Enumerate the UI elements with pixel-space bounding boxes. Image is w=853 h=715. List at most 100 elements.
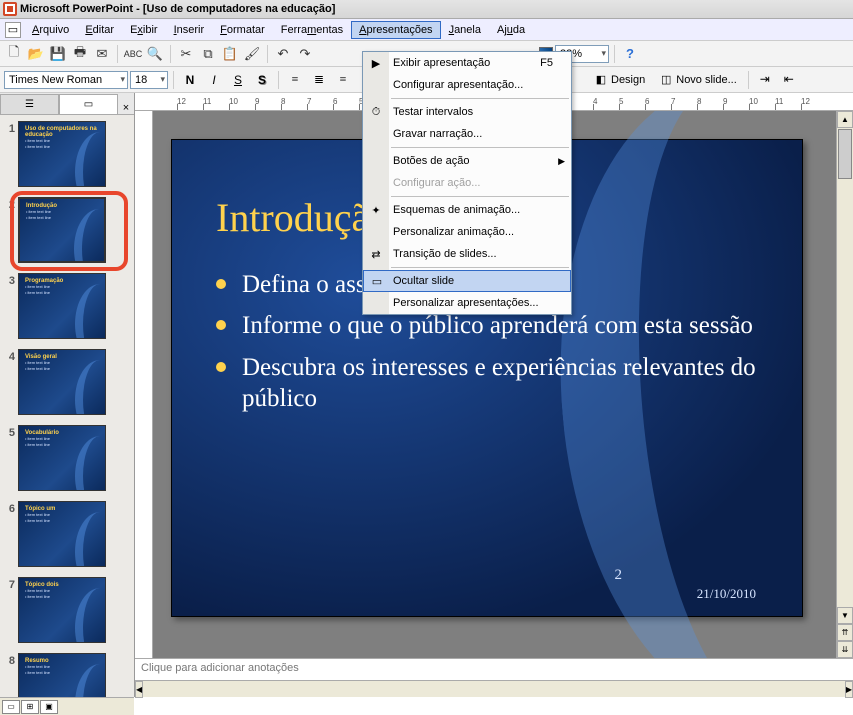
ruler-label: 10 xyxy=(229,97,238,106)
copy-icon[interactable]: ⧉ xyxy=(198,44,218,64)
bold-button[interactable]: N xyxy=(179,70,201,90)
thumbnail-row[interactable]: 5Vocabulário• item text line• item text … xyxy=(4,425,130,491)
thumbnail[interactable]: Visão geral• item text line• item text l… xyxy=(18,349,106,415)
sorter-view-button[interactable]: ⊞ xyxy=(21,700,39,714)
paste-icon[interactable]: 📋 xyxy=(220,44,240,64)
thumb-number: 7 xyxy=(4,577,18,591)
ruler-tick xyxy=(229,104,230,110)
menu-item-label: Exibir apresentação xyxy=(393,57,490,69)
slides-tab[interactable]: ▭ xyxy=(59,94,118,114)
ruler-tick xyxy=(333,104,334,110)
vertical-scrollbar[interactable]: ▲ ▼ ⇈ ⇊ xyxy=(836,111,853,658)
separator xyxy=(170,45,171,63)
menu-item-label: Gravar narração... xyxy=(393,128,482,140)
scroll-down-button[interactable]: ▼ xyxy=(837,607,853,624)
thumbnail[interactable]: Resumo• item text line• item text line xyxy=(18,653,106,697)
increase-indent-button[interactable]: ⇥ xyxy=(754,70,776,90)
italic-button[interactable]: I xyxy=(203,70,225,90)
menu-editar[interactable]: Editar xyxy=(77,21,122,39)
thumbnail-row[interactable]: 8Resumo• item text line• item text line xyxy=(4,653,130,697)
menu-formatar[interactable]: Formatar xyxy=(212,21,273,39)
cut-icon[interactable]: ✂ xyxy=(176,44,196,64)
menu-item[interactable]: ▭Ocultar slide xyxy=(363,270,571,292)
thumbnail[interactable]: Programação• item text line• item text l… xyxy=(18,273,106,339)
slideshow-view-button[interactable]: ▣ xyxy=(40,700,58,714)
scroll-up-button[interactable]: ▲ xyxy=(837,111,853,128)
menu-item[interactable]: ⏱Testar intervalos xyxy=(363,101,571,123)
ruler-tick xyxy=(593,104,594,110)
close-panel-button[interactable]: × xyxy=(118,102,134,114)
research-icon[interactable]: 🔍 xyxy=(145,44,165,64)
menu-item[interactable]: Personalizar apresentações... xyxy=(363,292,571,314)
redo-icon[interactable]: ↷ xyxy=(295,44,315,64)
menu-item[interactable]: Personalizar animação... xyxy=(363,221,571,243)
menu-item[interactable]: ✦Esquemas de animação... xyxy=(363,199,571,221)
thumbnail[interactable]: Introdução• item text line• item text li… xyxy=(18,197,106,263)
new-slide-icon: ◫ xyxy=(659,73,673,87)
document-control-icon[interactable]: ▭ xyxy=(5,22,21,38)
normal-view-button[interactable]: ▭ xyxy=(2,700,20,714)
help-icon[interactable]: ? xyxy=(620,44,640,64)
thumbnail-row[interactable]: 4Visão geral• item text line• item text … xyxy=(4,349,130,415)
save-icon[interactable]: 💾 xyxy=(48,44,68,64)
scroll-track[interactable] xyxy=(837,180,853,607)
outline-tab[interactable]: ☰ xyxy=(0,94,59,114)
email-icon[interactable]: ✉ xyxy=(92,44,112,64)
new-slide-button[interactable]: ◫ Novo slide... xyxy=(653,73,743,87)
menu-janela[interactable]: Janela xyxy=(441,21,489,39)
ruler-tick xyxy=(203,104,204,110)
ruler-tick xyxy=(775,104,776,110)
menu-item[interactable]: ▶Exibir apresentaçãoF5 xyxy=(363,52,571,74)
slide-bullet[interactable]: Descubra os interesses e experiências re… xyxy=(216,352,758,415)
shadow-button[interactable]: S xyxy=(251,70,273,90)
menu-item[interactable]: ⇄Transição de slides... xyxy=(363,243,571,265)
menu-item[interactable]: Gravar narração... xyxy=(363,123,571,145)
scroll-track[interactable] xyxy=(143,681,845,697)
panel-tabs: ☰ ▭ × xyxy=(0,93,134,115)
thumbnail[interactable]: Tópico dois• item text line• item text l… xyxy=(18,577,106,643)
thumbnail[interactable]: Tópico um• item text line• item text lin… xyxy=(18,501,106,567)
menu-inserir[interactable]: Inserir xyxy=(166,21,213,39)
menu-exibir[interactable]: Exibir xyxy=(122,21,166,39)
menu-apresentações[interactable]: Apresentações xyxy=(351,21,440,39)
thumbnail[interactable]: Vocabulário• item text line• item text l… xyxy=(18,425,106,491)
design-button[interactable]: ◧ Design xyxy=(588,73,651,87)
font-combo[interactable]: Times New Roman xyxy=(4,71,128,89)
menu-ferramentas[interactable]: Ferramentas xyxy=(273,21,351,39)
align-left-button[interactable]: ≡ xyxy=(284,70,306,90)
thumbnail-row[interactable]: 2Introdução• item text line• item text l… xyxy=(4,197,130,263)
clock-icon: ⏱ xyxy=(368,104,384,120)
design-icon: ◧ xyxy=(594,73,608,87)
fontsize-combo[interactable]: 18 xyxy=(130,71,168,89)
scroll-right-button[interactable]: ▶ xyxy=(845,681,853,698)
open-icon[interactable]: 📂 xyxy=(26,44,46,64)
format-painter-icon[interactable]: 🖌 xyxy=(242,44,262,64)
prev-slide-button[interactable]: ⇈ xyxy=(837,624,853,641)
decrease-indent-button[interactable]: ⇤ xyxy=(778,70,800,90)
notes-pane[interactable]: Clique para adicionar anotações xyxy=(135,658,853,680)
underline-button[interactable]: S xyxy=(227,70,249,90)
align-right-button[interactable]: ≡ xyxy=(332,70,354,90)
menu-ajuda[interactable]: Ajuda xyxy=(489,21,533,39)
hide-icon: ▭ xyxy=(369,273,385,289)
scroll-thumb[interactable] xyxy=(838,129,852,179)
thumbnail-row[interactable]: 1Uso de computadores na educação• item t… xyxy=(4,121,130,187)
thumbnail-row[interactable]: 6Tópico um• item text line• item text li… xyxy=(4,501,130,567)
menu-arquivo[interactable]: Arquivo xyxy=(24,21,77,39)
print-icon[interactable]: 🖶 xyxy=(70,44,90,64)
menu-item[interactable]: Configurar apresentação... xyxy=(363,74,571,96)
scroll-left-button[interactable]: ◀ xyxy=(135,681,143,698)
new-icon[interactable]: 🗋 xyxy=(4,44,24,64)
next-slide-button[interactable]: ⇊ xyxy=(837,641,853,658)
ruler-label: 10 xyxy=(749,97,758,106)
align-center-button[interactable]: ≣ xyxy=(308,70,330,90)
menu-item[interactable]: Botões de ação▶ xyxy=(363,150,571,172)
thumbnail-row[interactable]: 7Tópico dois• item text line• item text … xyxy=(4,577,130,643)
ruler-label: 12 xyxy=(177,97,186,106)
thumb-number: 3 xyxy=(4,273,18,287)
thumbnail[interactable]: Uso de computadores na educação• item te… xyxy=(18,121,106,187)
spellcheck-icon[interactable]: ABC xyxy=(123,44,143,64)
thumbnail-row[interactable]: 3Programação• item text line• item text … xyxy=(4,273,130,339)
undo-icon[interactable]: ↶ xyxy=(273,44,293,64)
horizontal-scrollbar[interactable]: ◀ ▶ xyxy=(135,680,853,697)
